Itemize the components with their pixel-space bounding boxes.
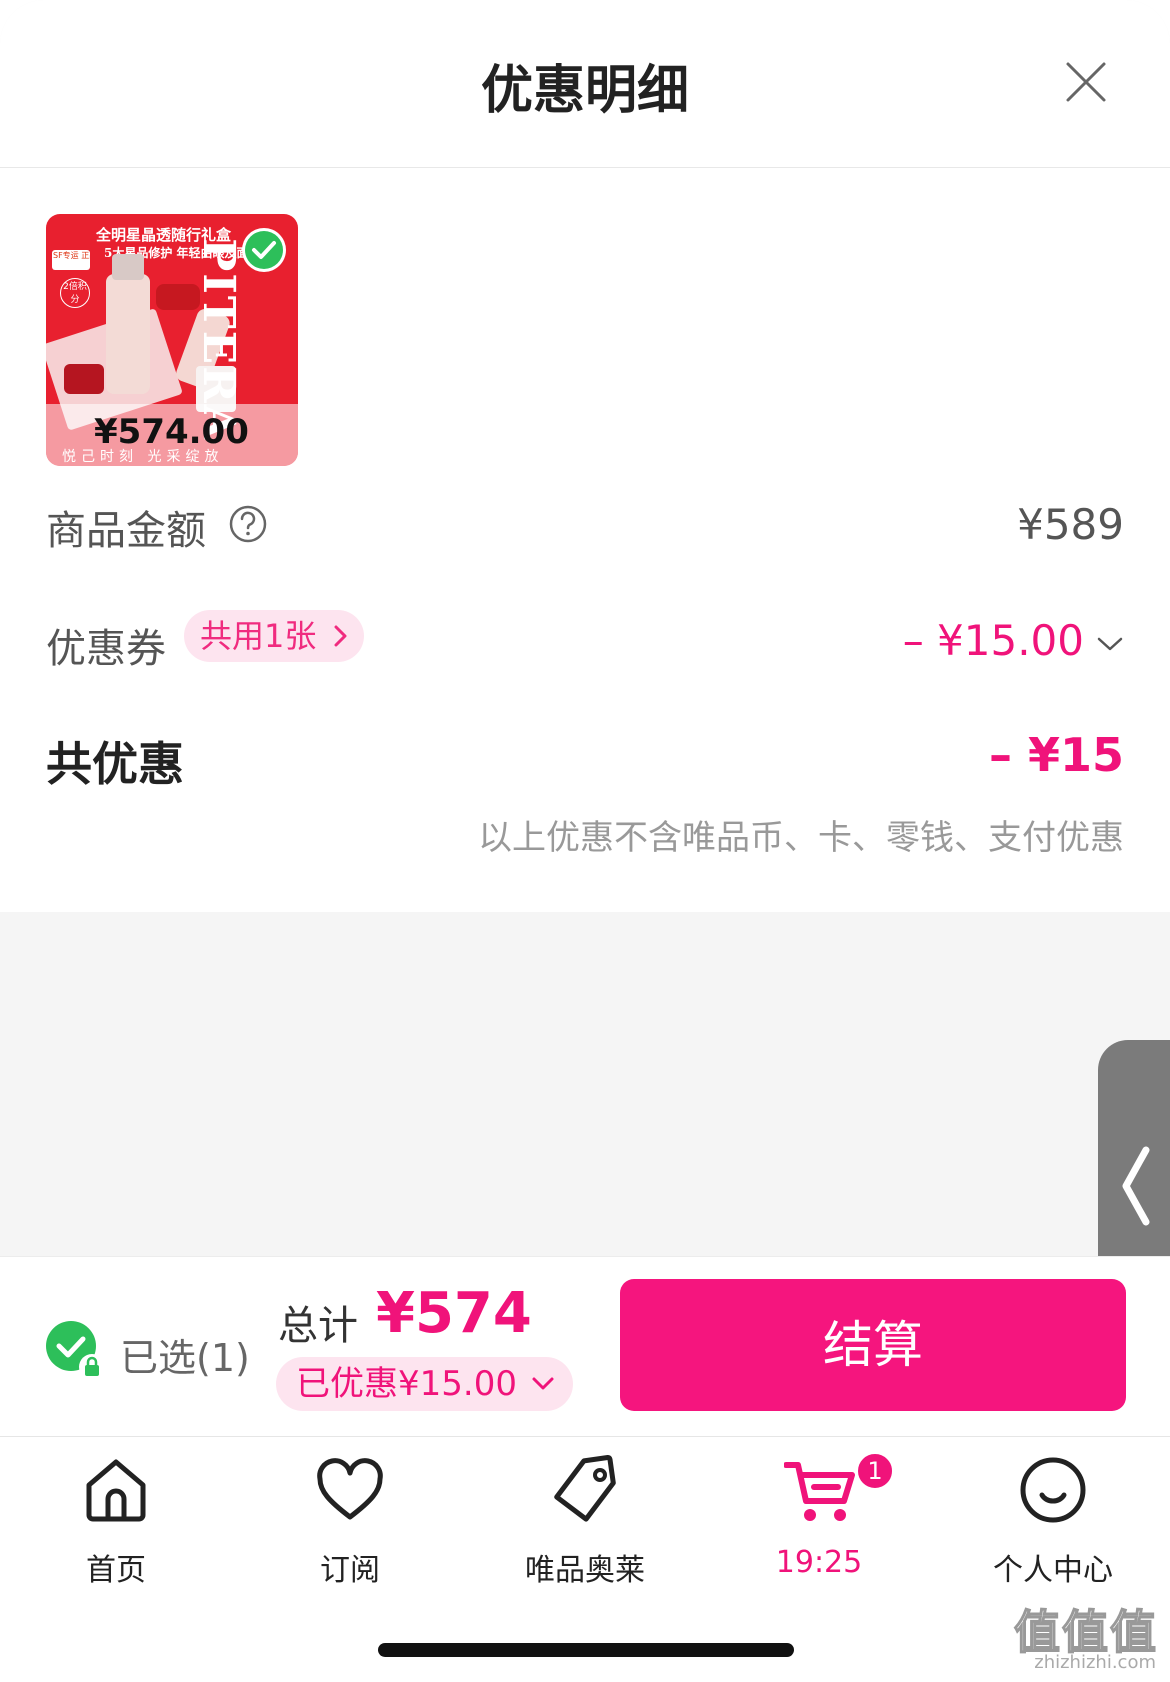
tag-icon [554, 1455, 616, 1522]
total-discount-value: – ¥15 [988, 728, 1124, 782]
tab-label: 订阅 [320, 1553, 380, 1588]
chevron-right-icon [334, 625, 347, 647]
close-icon[interactable] [1064, 60, 1108, 104]
total-discount-row: 共优惠 – ¥15 以上优惠不含唯品币、卡、零钱、支付优惠 [46, 728, 1124, 858]
discount-detail-sheet: 优惠明细 全明星晶透随行礼盒 5大星品修护 年轻由眼及面 SF专运 正品速达 2… [0, 0, 1170, 1682]
goods-amount-row: 商品金额 ¥589 [46, 498, 1124, 554]
goods-amount-label: 商品金额 [46, 508, 206, 554]
coupon-count-pill[interactable]: 共用1张 [184, 610, 365, 662]
total-label: 总计 [278, 1303, 358, 1349]
discount-note: 以上优惠不含唯品币、卡、零钱、支付优惠 [478, 818, 1124, 858]
discount-detail-text: 已优惠¥15.00 [296, 1364, 517, 1404]
chevron-left-icon [1122, 1146, 1150, 1226]
heart-icon [317, 1458, 383, 1520]
tab-label: 个人中心 [993, 1553, 1113, 1588]
sheet-header: 优惠明细 [0, 0, 1170, 168]
discount-content: 全明星晶透随行礼盒 5大星品修护 年轻由眼及面 SF专运 正品速达 2倍积分 P… [0, 168, 1170, 912]
cart-icon [784, 1462, 855, 1521]
tab-cart[interactable]: 1 19:25 [719, 1451, 919, 1585]
coupon-value: – ¥15.00 [902, 616, 1084, 665]
select-all-check-icon[interactable] [44, 1319, 106, 1381]
selected-check-icon [242, 228, 286, 272]
product-slogan: 悦己时刻 光采绽放 [62, 449, 224, 465]
checkout-button[interactable]: 结算 [620, 1279, 1126, 1411]
checkout-bar: 已选(1) 总计 ¥574 已优惠¥15.00 结算 [0, 1256, 1170, 1436]
smiley-icon [1020, 1457, 1086, 1523]
tab-profile[interactable]: 个人中心 [953, 1455, 1153, 1588]
home-indicator [378, 1643, 794, 1657]
coupon-count-text: 共用1张 [200, 617, 317, 655]
chevron-down-icon[interactable] [1096, 634, 1124, 654]
product-thumbnail[interactable]: 全明星晶透随行礼盒 5大星品修护 年轻由眼及面 SF专运 正品速达 2倍积分 P… [46, 214, 298, 466]
sheet-title: 优惠明细 [480, 61, 689, 121]
goods-amount-value: ¥589 [1017, 500, 1124, 549]
total-discount-label: 共优惠 [46, 737, 184, 791]
help-icon[interactable] [228, 504, 268, 544]
total-value: ¥574 [376, 1281, 532, 1346]
selected-count: 已选(1) [120, 1336, 250, 1380]
tab-label: 19:25 [775, 1545, 863, 1580]
coupon-row: 优惠券 共用1张 – ¥15.00 [46, 610, 1124, 672]
tab-subscribe[interactable]: 订阅 [250, 1455, 450, 1588]
watermark-url: zhizhizhi.com [1034, 1652, 1156, 1673]
cart-count-badge: 1 [855, 1451, 895, 1491]
tab-outlet[interactable]: 唯品奥莱 [485, 1455, 685, 1588]
tab-home[interactable]: 首页 [16, 1455, 216, 1588]
discount-detail-pill[interactable]: 已优惠¥15.00 [276, 1357, 573, 1411]
tab-label: 首页 [86, 1553, 146, 1588]
chevron-down-icon [532, 1377, 554, 1390]
tab-label: 唯品奥莱 [525, 1553, 645, 1588]
home-icon [86, 1459, 146, 1522]
coupon-label: 优惠券 [46, 626, 166, 672]
